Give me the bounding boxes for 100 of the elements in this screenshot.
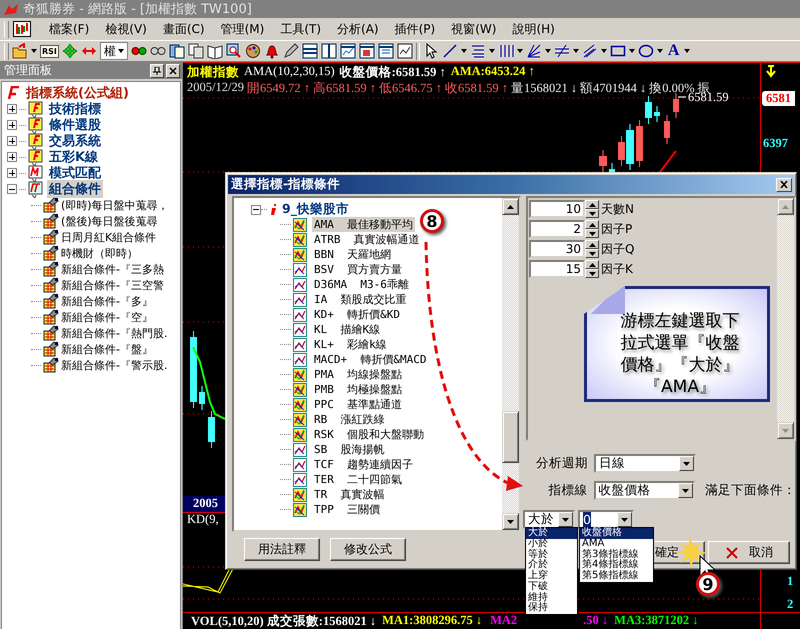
line-chart-icon[interactable] [396, 43, 413, 59]
list-item[interactable]: TR 真實波幅 [312, 487, 386, 502]
menu-item[interactable]: 檢視(V) [97, 18, 155, 40]
tree-item[interactable]: 新組合條件-『多』 [61, 294, 153, 308]
dropdown-option[interactable]: 第5條指標線 [580, 571, 653, 582]
caret-icon[interactable] [516, 49, 523, 53]
down-arrow-icon[interactable] [588, 252, 596, 256]
up-arrow-icon[interactable] [588, 262, 596, 266]
dropdown-list[interactable]: 大於 小於 等於 介於 上穿 下破 維持 保持 [525, 527, 578, 615]
dropdown-list[interactable]: 收盤價格 AMA 第3條指標線 第4條指標線 第5條指標線 [579, 527, 654, 583]
number-field[interactable]: 30 [529, 240, 585, 258]
list-item[interactable]: AMA 最佳移動平均 [312, 217, 416, 232]
rows-icon[interactable] [302, 43, 318, 59]
list-item[interactable]: SB 股海揚帆 [312, 442, 386, 457]
dropdown-option[interactable]: 下破 [526, 582, 577, 592]
dropdown-option[interactable]: 介於 [526, 560, 577, 571]
list-item[interactable]: TER 二十四節氣 [312, 472, 404, 487]
dropdown-option[interactable]: 等於 [526, 550, 577, 560]
channel-lines-icon[interactable] [582, 43, 598, 59]
expand-toggle[interactable] [7, 152, 17, 162]
list-item[interactable]: TPP 三關價 [312, 502, 382, 517]
number-field[interactable]: 2 [529, 220, 585, 238]
up-arrow-icon[interactable] [588, 222, 596, 226]
columns-icon[interactable] [320, 43, 337, 59]
close-button[interactable] [776, 178, 792, 192]
chart-window-icon[interactable] [13, 21, 31, 37]
fan-lines-icon[interactable] [526, 43, 542, 59]
weight-combo[interactable]: 權 [100, 42, 128, 60]
chart-window-icon[interactable] [340, 43, 356, 59]
list-item[interactable]: KD+ 轉折價&KD [312, 307, 402, 322]
spinner[interactable] [585, 220, 599, 238]
dropdown-option[interactable]: 上穿 [526, 571, 577, 582]
indicator-list[interactable] [232, 196, 521, 532]
cross-icon[interactable] [725, 546, 739, 560]
tree-item[interactable]: 組合條件 [47, 180, 103, 198]
folder-icon[interactable] [12, 43, 28, 59]
search-icon[interactable] [226, 43, 242, 59]
list-item[interactable]: IA 類股成交比重 [312, 292, 408, 307]
list-item[interactable]: PPC 基準點通道 [312, 397, 404, 412]
tree-item[interactable]: 新組合條件-『三空警 [61, 278, 164, 292]
close-button[interactable] [166, 64, 180, 78]
up-arrow-icon[interactable] [507, 204, 514, 208]
tree-item[interactable]: 新組合條件-『警示股. [61, 358, 168, 372]
dialog-button[interactable]: 用法註釋 [244, 538, 320, 561]
tree-item[interactable]: 五彩K線 [47, 148, 100, 166]
tree-item[interactable]: 指標系統(公式組) [26, 84, 129, 102]
down-arrow-icon[interactable] [562, 518, 569, 522]
list-item[interactable]: KL 描繪K線 [312, 322, 382, 337]
caret-icon[interactable] [628, 49, 635, 53]
documents-icon[interactable] [168, 43, 185, 59]
list-item[interactable]: ATRB 真實波幅通道 [312, 232, 422, 247]
list-item[interactable]: TCF 趨勢連續因子 [312, 457, 416, 472]
list-item[interactable]: BSV 買方賣方量 [312, 262, 404, 277]
tree-item[interactable]: 交易系統 [47, 132, 103, 150]
list-item[interactable]: PMA 均線操盤點 [312, 367, 404, 382]
tree-item[interactable]: 新組合條件-『空』 [61, 310, 153, 324]
expand-toggle[interactable] [251, 204, 261, 214]
copy-icon[interactable] [188, 43, 204, 59]
list-item[interactable]: BBN 天羅地網 [312, 247, 394, 262]
dropdown-option[interactable]: 收盤價格 [580, 528, 653, 539]
caret-icon[interactable] [656, 49, 663, 53]
down-arrow-icon[interactable] [683, 462, 690, 466]
expand-toggle[interactable] [7, 104, 17, 114]
menu-item[interactable]: 畫面(C) [154, 18, 213, 40]
dialog-button[interactable]: 修改公式 [330, 538, 406, 561]
expand-toggle[interactable] [7, 184, 17, 194]
list-item[interactable]: RSK 個股和大盤聯動 [312, 427, 426, 442]
menu-item[interactable]: 工具(T) [272, 18, 330, 40]
spinner[interactable] [585, 240, 599, 258]
tree-item[interactable]: 日周月紅K組合條件 [61, 230, 156, 244]
pen-icon[interactable] [282, 43, 299, 59]
group-label[interactable]: 9_快樂股市 [282, 201, 349, 218]
close-icon[interactable] [169, 66, 177, 74]
period-select[interactable]: 日線 [594, 454, 696, 473]
tree-item[interactable]: 新組合條件-『盤』 [61, 342, 153, 356]
scrollbar[interactable] [502, 198, 519, 530]
tree-item[interactable]: 技術指標 [47, 100, 103, 118]
expand-toggle[interactable] [7, 136, 17, 146]
line-tool-icon[interactable] [442, 43, 458, 59]
list-item[interactable]: D36MA M3-6乖離 [312, 277, 411, 292]
menu-item[interactable]: 管理(M) [212, 18, 272, 40]
caret-icon[interactable] [31, 49, 37, 53]
caret-icon[interactable] [684, 49, 690, 53]
list-item[interactable]: PMB 均極操盤點 [312, 382, 404, 397]
down-arrow-icon[interactable] [621, 518, 628, 522]
down-arrow-icon[interactable] [588, 232, 596, 236]
scroll-thumb[interactable] [502, 411, 519, 463]
palette-icon[interactable] [244, 43, 261, 59]
indicator-line-select[interactable]: 收盤價格 [594, 481, 695, 500]
caret-icon[interactable] [118, 49, 124, 53]
caret-icon[interactable] [460, 49, 467, 53]
cancel-button[interactable]: 取消 [708, 541, 790, 564]
vertical-lines-icon[interactable] [498, 43, 514, 59]
dropdown-option[interactable]: 大於 [526, 528, 577, 539]
up-arrow-icon[interactable] [588, 202, 596, 206]
caret-icon[interactable] [544, 49, 551, 53]
tree-item[interactable]: (盤後)每日盤後蒐尋 [61, 214, 158, 228]
ellipse-icon[interactable] [638, 43, 654, 59]
dropdown-option[interactable]: 保持 [526, 603, 577, 614]
list-item[interactable]: MACD+ 轉折價&MACD [312, 352, 428, 367]
